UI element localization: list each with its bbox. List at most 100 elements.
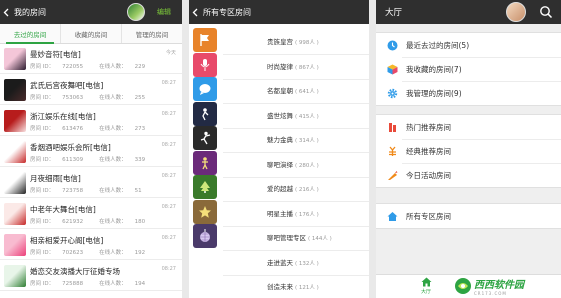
- menu-item-icon-wrap: [386, 145, 398, 157]
- microphone-icon: [200, 58, 210, 71]
- activity-icon: [387, 170, 397, 180]
- room-name: 香烟酒吧娱乐会所[电信]: [30, 143, 111, 152]
- room-online: 在线人数： 180: [99, 219, 145, 225]
- room-time: 08:27: [161, 111, 176, 117]
- home-zone-icon: [387, 211, 397, 221]
- room-time: 08:27: [161, 204, 176, 210]
- room-id-value: 725888: [62, 281, 84, 287]
- menu-item[interactable]: 我管理的房间(9): [376, 81, 561, 105]
- room-list-item[interactable]: 曼妙音符[电信] 房间 ID： 722055 在线人数： 229 今天: [0, 44, 182, 74]
- menu-item[interactable]: 今日活动房间: [376, 163, 561, 187]
- my-rooms-screen: 我的房间 编辑 去过的房间 收藏的房间 管理的房间 曼妙音符[电信] 房间 ID： 72…: [0, 0, 182, 298]
- page-title: 所有专区房间: [203, 7, 251, 17]
- zone-icon-tile: [193, 52, 217, 77]
- room-id-label: 房间 ID：: [30, 188, 55, 194]
- chat-bubble-icon: [199, 84, 211, 95]
- menu-item[interactable]: 最近去过的房间(5): [376, 33, 561, 57]
- zone-count: ( 998人 ): [295, 40, 319, 46]
- menu-item[interactable]: 我收藏的房间(7): [376, 57, 561, 81]
- zone-list-item[interactable]: 创造未来( 121人 ): [189, 270, 369, 298]
- back-button[interactable]: [0, 0, 12, 24]
- zone-name: 聊吧演绎( 280人 ): [267, 159, 319, 169]
- zone-icon-tile: [193, 77, 217, 101]
- home-icon: [421, 277, 431, 287]
- room-online-value: 194: [134, 281, 146, 287]
- user-avatar[interactable]: [506, 2, 526, 22]
- room-name: 浙江娱乐在线[电信]: [30, 112, 96, 121]
- menu-item-icon-wrap: [386, 121, 398, 133]
- back-arrow-icon: [3, 8, 9, 16]
- room-time: 08:27: [161, 80, 176, 86]
- room-list-item[interactable]: 相亲相爱开心阁[电信] 房间 ID： 702623 在线人数： 192 08:27: [0, 230, 182, 260]
- room-online: 在线人数： 273: [99, 126, 145, 132]
- room-online-label: 在线人数：: [99, 188, 127, 194]
- menu-item-label: 今日活动房间: [406, 170, 451, 180]
- hot-icon: [388, 122, 396, 132]
- disco-ball-icon: [200, 229, 210, 242]
- edit-button[interactable]: 编辑: [157, 7, 171, 17]
- menu-item-label: 热门推荐房间: [406, 122, 451, 132]
- room-meta: 房间 ID： 613476 在线人数： 273: [30, 124, 145, 132]
- room-id-value: 702623: [62, 250, 84, 256]
- room-id-label: 房间 ID：: [30, 64, 55, 70]
- room-list-item[interactable]: 月夜细雨[电信] 房间 ID： 723758 在线人数： 51 08:27: [0, 168, 182, 198]
- lobby-screen: 大厅 最近去过的房间(5) 我收藏的房间(7) 我管理的房间(9) 热门推荐房间经典…: [376, 0, 561, 298]
- zone-name-text: 贵族皇宫: [267, 38, 293, 46]
- cube-icon: [387, 64, 397, 74]
- tab-1[interactable]: 收藏的房间: [61, 24, 122, 43]
- room-thumbnail: [4, 203, 26, 225]
- tab-2[interactable]: 管理的房间: [122, 24, 182, 43]
- zone-name: 聊吧管理专区( 144人 ): [267, 232, 332, 242]
- room-online: 在线人数： 229: [99, 64, 145, 70]
- room-list-item[interactable]: 香烟酒吧娱乐会所[电信] 房间 ID： 611309 在线人数： 339 08:27: [0, 137, 182, 167]
- zone-count: ( 280人 ): [295, 162, 319, 169]
- room-name: 相亲相爱开心阁[电信]: [30, 236, 104, 245]
- menu-item-icon-wrap: [386, 63, 398, 75]
- room-thumbnail: [4, 234, 26, 256]
- zone-name: 名都皇朝( 641人 ): [267, 85, 319, 95]
- lobby-tab[interactable]: 大厅: [416, 277, 436, 297]
- all-zones-screen: 所有专区房间 贵族皇宫( 998人 ) 时尚旋律( 867人 ) 名都皇朝( 641…: [189, 0, 369, 298]
- zone-name-text: 爱的超越: [267, 185, 293, 193]
- menu-item[interactable]: 经典推荐房间: [376, 139, 561, 163]
- menu-item-label: 我管理的房间(9): [406, 88, 462, 98]
- zone-count: ( 176人 ): [295, 211, 319, 218]
- lobby-topbar: 大厅: [376, 0, 561, 24]
- room-id: 房间 ID： 621932: [30, 219, 83, 225]
- bottom-nav: 大厅 西西软件园 CR173.COM: [376, 274, 561, 298]
- gear-icon: [387, 88, 397, 98]
- user-avatar[interactable]: [127, 3, 145, 21]
- zone-icon-tile: [193, 28, 217, 52]
- zone-count: ( 132人 ): [295, 260, 319, 267]
- room-list-item[interactable]: 中老年大舞台[电信] 房间 ID： 621932 在线人数： 180 08:27: [0, 199, 182, 229]
- room-id: 房间 ID： 723758: [30, 188, 83, 194]
- room-time: 今天: [165, 50, 176, 56]
- zone-name: 魅力金典( 314人 ): [267, 134, 319, 144]
- room-id-label: 房间 ID：: [30, 95, 55, 101]
- room-list-item[interactable]: 武氏后宫夜舞吧[电信] 房间 ID： 753063 在线人数： 255 08:27: [0, 75, 182, 105]
- room-id-value: 613476: [62, 126, 84, 132]
- room-online-label: 在线人数：: [99, 281, 127, 287]
- zone-icon-tile: [193, 199, 217, 224]
- menu-item[interactable]: 热门推荐房间: [376, 115, 561, 139]
- room-meta: 房间 ID： 702623 在线人数： 192: [30, 248, 145, 256]
- room-thumbnail: [4, 141, 26, 163]
- room-list-item[interactable]: 浙江娱乐在线[电信] 房间 ID： 613476 在线人数： 273 08:27: [0, 106, 182, 136]
- room-online-label: 在线人数：: [99, 95, 127, 101]
- dancer-icon: [200, 131, 211, 145]
- room-id-label: 房间 ID：: [30, 281, 55, 287]
- classic-icon: [388, 146, 396, 156]
- search-icon[interactable]: [539, 5, 553, 19]
- room-meta: 房间 ID： 621932 在线人数： 180: [30, 217, 145, 225]
- room-id-value: 611309: [62, 157, 84, 163]
- watermark-logo-icon: [455, 278, 471, 294]
- zone-name: 明星主播( 176人 ): [267, 208, 319, 218]
- room-list-item[interactable]: 婚恋交友演播大厅征婚专场 房间 ID： 725888 在线人数： 194 08:27: [0, 261, 182, 291]
- room-online-value: 180: [134, 219, 146, 225]
- menu-item[interactable]: 所有专区房间: [376, 204, 561, 228]
- zone-count: ( 216人 ): [295, 187, 319, 193]
- back-button[interactable]: [189, 0, 201, 24]
- room-id: 房间 ID： 753063: [30, 95, 83, 101]
- menu-item-icon-wrap: [386, 210, 398, 222]
- tab-0[interactable]: 去过的房间: [0, 24, 61, 44]
